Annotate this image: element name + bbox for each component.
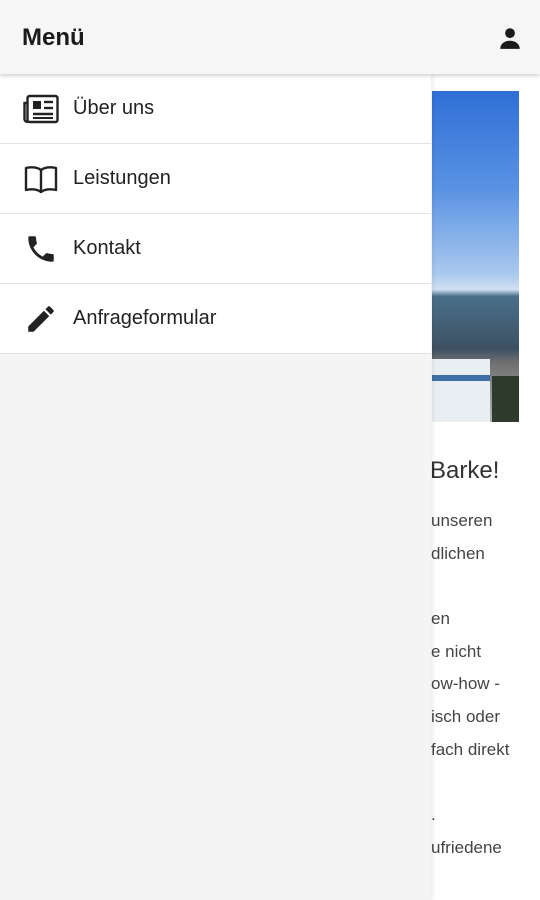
hero-image bbox=[432, 91, 519, 422]
book-icon bbox=[22, 160, 60, 198]
menu-item-label: Über uns bbox=[73, 97, 155, 119]
background-text-line: en bbox=[431, 609, 450, 629]
background-text-line bbox=[431, 570, 509, 603]
menu-item-leistungen[interactable]: Leistungen bbox=[0, 144, 431, 214]
pencil-icon bbox=[22, 300, 60, 338]
background-text: unseren dlichen en e nicht ow-how - isch… bbox=[431, 505, 509, 865]
background-text-line: . bbox=[431, 805, 436, 825]
background-text-line: ow-how - bbox=[431, 674, 500, 694]
menu-item-ueber-uns[interactable]: Über uns bbox=[0, 74, 431, 144]
background-text-line bbox=[431, 767, 509, 800]
background-text-line: fach direkt bbox=[431, 739, 510, 759]
background-text-line: ufriedene bbox=[431, 837, 502, 857]
background-headline: Barke! bbox=[430, 457, 500, 484]
menu-item-label: Anfrageformular bbox=[73, 307, 217, 329]
background-text-line: dlichen bbox=[431, 543, 485, 563]
newspaper-icon bbox=[22, 90, 60, 128]
background-text-line: unseren bbox=[431, 511, 493, 530]
drawer-menu: Über uns Leistungen Kontakt Anfrageformu… bbox=[0, 74, 431, 354]
background-text-line: isch oder bbox=[431, 707, 500, 727]
phone-icon bbox=[22, 230, 60, 268]
menu-item-kontakt[interactable]: Kontakt bbox=[0, 214, 431, 284]
menu-item-label: Kontakt bbox=[73, 237, 141, 259]
top-app-bar: Menü bbox=[0, 0, 540, 74]
menu-item-label: Leistungen bbox=[73, 167, 171, 189]
background-text-line: e nicht bbox=[431, 641, 482, 661]
menu-title: Menü bbox=[22, 24, 85, 51]
navigation-drawer: Über uns Leistungen Kontakt Anfrageformu… bbox=[0, 74, 431, 900]
menu-item-anfrageformular[interactable]: Anfrageformular bbox=[0, 284, 431, 354]
person-icon[interactable] bbox=[494, 22, 526, 54]
